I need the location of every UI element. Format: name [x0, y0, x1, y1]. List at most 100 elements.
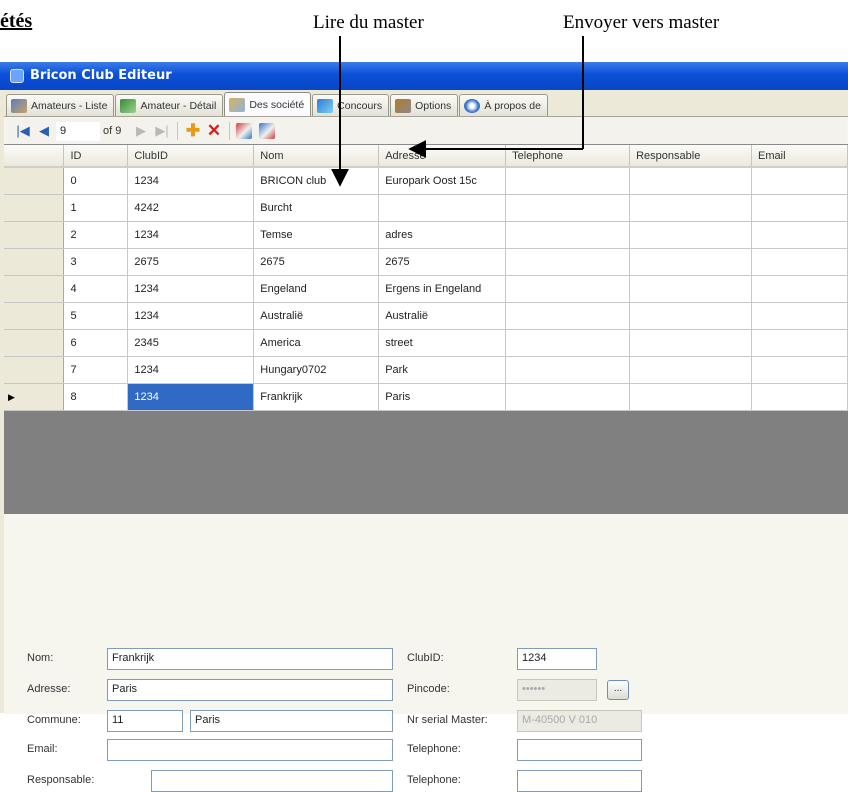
table-cell[interactable]: Temse: [253, 221, 380, 249]
row-header[interactable]: [4, 248, 65, 276]
table-cell[interactable]: [629, 383, 753, 411]
table-cell[interactable]: Burcht: [253, 194, 380, 222]
table-cell[interactable]: 1234: [127, 356, 255, 384]
table-cell[interactable]: [751, 194, 848, 222]
table-cell[interactable]: 1234: [127, 221, 255, 249]
table-row[interactable]: 5 1234 Australië Australië: [4, 302, 848, 330]
telephone-field-1[interactable]: [517, 739, 642, 761]
table-cell[interactable]: [505, 329, 631, 357]
table-cell[interactable]: [751, 329, 848, 357]
table-cell[interactable]: [751, 167, 848, 195]
table-cell[interactable]: [629, 275, 753, 303]
row-header[interactable]: [4, 275, 65, 303]
table-row[interactable]: 6 2345 America street: [4, 329, 848, 357]
table-row[interactable]: 4 1234 Engeland Ergens in Engeland: [4, 275, 848, 303]
table-cell[interactable]: street: [378, 329, 507, 357]
table-cell[interactable]: [505, 194, 631, 222]
table-cell[interactable]: [505, 275, 631, 303]
table-cell[interactable]: 1234: [127, 302, 255, 330]
clubid-field[interactable]: 1234: [517, 648, 597, 670]
table-cell[interactable]: [629, 221, 753, 249]
table-cell[interactable]: BRICON club: [253, 167, 380, 195]
table-cell[interactable]: 7: [63, 356, 129, 384]
table-row[interactable]: 7 1234 Hungary0702 Park: [4, 356, 848, 384]
responsable-field[interactable]: [151, 770, 393, 792]
table-row[interactable]: 2 1234 Temse adres: [4, 221, 848, 249]
move-first-button[interactable]: |◀: [14, 123, 32, 139]
column-header-adresse[interactable]: Adresse: [378, 145, 507, 168]
row-header[interactable]: [4, 221, 65, 249]
column-header-clubid[interactable]: ClubID: [127, 145, 255, 168]
table-cell[interactable]: [751, 383, 848, 411]
table-cell[interactable]: [505, 383, 631, 411]
table-cell[interactable]: America: [253, 329, 380, 357]
table-cell[interactable]: 6: [63, 329, 129, 357]
table-cell[interactable]: Australië: [378, 302, 507, 330]
commune-code-field[interactable]: 11: [107, 710, 183, 732]
table-cell[interactable]: Engeland: [253, 275, 380, 303]
read-from-master-icon[interactable]: [236, 123, 252, 139]
table-cell[interactable]: [505, 167, 631, 195]
table-cell[interactable]: 1234: [127, 167, 255, 195]
table-cell[interactable]: Australië: [253, 302, 380, 330]
table-cell[interactable]: [629, 194, 753, 222]
commune-name-field[interactable]: Paris: [190, 710, 393, 732]
table-cell[interactable]: Ergens in Engeland: [378, 275, 507, 303]
table-cell[interactable]: 2675: [378, 248, 507, 276]
delete-button[interactable]: ✕: [205, 121, 223, 141]
row-header[interactable]: [4, 329, 65, 357]
tab-options[interactable]: Options: [390, 94, 459, 116]
table-cell[interactable]: [505, 221, 631, 249]
tab-amateurs-liste[interactable]: Amateurs - Liste: [6, 94, 115, 116]
table-cell[interactable]: 4242: [127, 194, 255, 222]
table-cell[interactable]: 2675: [253, 248, 380, 276]
table-cell[interactable]: Park: [378, 356, 507, 384]
table-cell[interactable]: [505, 302, 631, 330]
column-header-email[interactable]: Email: [751, 145, 848, 168]
table-cell[interactable]: [751, 302, 848, 330]
column-header-responsable[interactable]: Responsable: [629, 145, 753, 168]
table-cell[interactable]: [629, 356, 753, 384]
table-cell[interactable]: 2675: [127, 248, 255, 276]
table-row[interactable]: 3 2675 2675 2675: [4, 248, 848, 276]
add-new-button[interactable]: ✚: [184, 121, 202, 141]
table-cell[interactable]: [751, 275, 848, 303]
table-cell[interactable]: 8: [63, 383, 129, 411]
tab-des-societe[interactable]: Des société: [224, 92, 312, 117]
table-cell[interactable]: 2345: [127, 329, 255, 357]
table-row[interactable]: ▶ 8 1234 Frankrijk Paris: [4, 383, 848, 411]
position-input[interactable]: [56, 121, 100, 141]
table-cell[interactable]: [505, 356, 631, 384]
table-cell[interactable]: Europark Oost 15c: [378, 167, 507, 195]
tab-concours[interactable]: Concours: [312, 94, 390, 116]
table-cell[interactable]: 4: [63, 275, 129, 303]
table-cell[interactable]: [378, 194, 507, 222]
table-cell[interactable]: 2: [63, 221, 129, 249]
table-cell[interactable]: [751, 356, 848, 384]
table-cell[interactable]: adres: [378, 221, 507, 249]
table-cell[interactable]: 1: [63, 194, 129, 222]
table-cell[interactable]: [629, 248, 753, 276]
table-cell[interactable]: Frankrijk: [253, 383, 380, 411]
table-cell[interactable]: [505, 248, 631, 276]
table-cell[interactable]: [629, 329, 753, 357]
column-header-nom[interactable]: Nom: [253, 145, 380, 168]
table-cell[interactable]: 0: [63, 167, 129, 195]
send-to-master-icon[interactable]: [259, 123, 275, 139]
table-row[interactable]: 0 1234 BRICON club Europark Oost 15c: [4, 167, 848, 195]
row-header[interactable]: [4, 167, 65, 195]
move-last-button[interactable]: ▶|: [153, 123, 171, 139]
nom-field[interactable]: Frankrijk: [107, 648, 393, 670]
tab-a-propos[interactable]: À propos de: [459, 94, 548, 116]
table-cell[interactable]: 3: [63, 248, 129, 276]
column-header-telephone[interactable]: Telephone: [505, 145, 631, 168]
table-cell[interactable]: [751, 221, 848, 249]
table-cell[interactable]: Paris: [378, 383, 507, 411]
tab-amateur-detail[interactable]: Amateur - Détail: [115, 94, 224, 116]
adresse-field[interactable]: Paris: [107, 679, 393, 701]
row-header[interactable]: [4, 302, 65, 330]
table-cell[interactable]: 1234: [127, 383, 255, 411]
table-cell[interactable]: [629, 167, 753, 195]
table-cell[interactable]: Hungary0702: [253, 356, 380, 384]
table-cell[interactable]: [751, 248, 848, 276]
